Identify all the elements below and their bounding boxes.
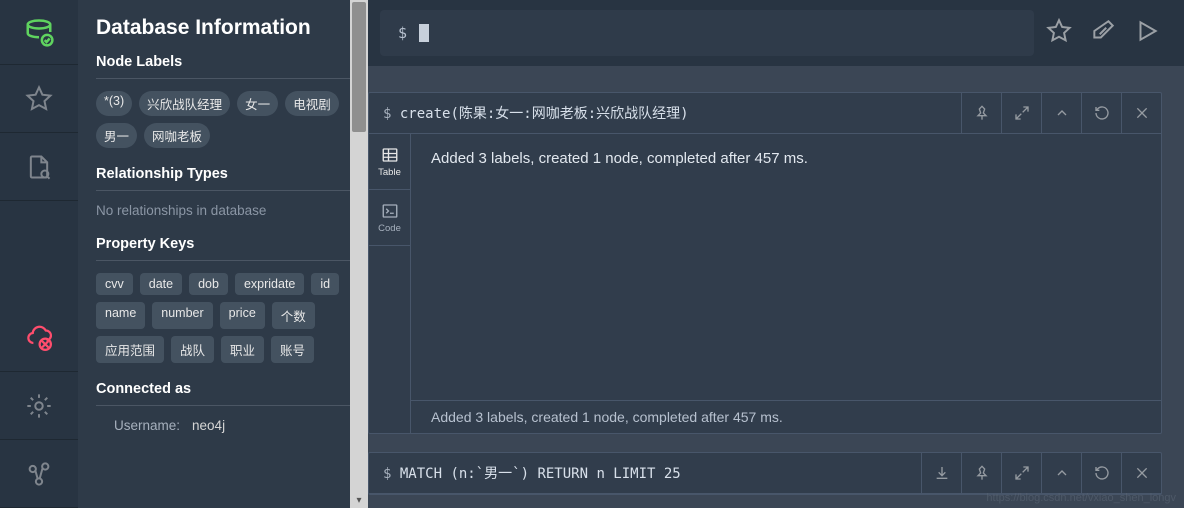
result-query-text: $ MATCH (n:`男一`) RETURN n LIMIT 25 <box>369 453 921 493</box>
prop-chip[interactable]: 个数 <box>272 302 315 329</box>
download-icon[interactable] <box>921 453 961 493</box>
result-footer: Added 3 labels, created 1 node, complete… <box>411 400 1161 433</box>
rerun-icon[interactable] <box>1081 93 1121 133</box>
expand-icon[interactable] <box>1001 453 1041 493</box>
prop-chip[interactable]: expridate <box>235 273 304 295</box>
erase-icon[interactable] <box>1090 18 1116 49</box>
result-query-text: $ create(陈果:女一:网咖老板:兴欣战队经理) <box>369 93 961 133</box>
nav-about[interactable] <box>0 440 78 508</box>
rerun-icon[interactable] <box>1081 453 1121 493</box>
pin-icon[interactable] <box>961 93 1001 133</box>
result-card: $ MATCH (n:`男一`) RETURN n LIMIT 25 <box>368 452 1162 495</box>
username-value: neo4j <box>192 418 225 433</box>
query-input[interactable] <box>441 25 1016 41</box>
scroll-down-arrow[interactable]: ▾ <box>350 492 368 508</box>
prop-chip[interactable]: name <box>96 302 145 329</box>
connected-as-heading: Connected as <box>96 381 350 397</box>
view-tab-table[interactable]: Table <box>369 134 410 190</box>
prop-chip[interactable]: 职业 <box>221 336 264 363</box>
property-keys-heading: Property Keys <box>96 236 350 252</box>
sidebar-title: Database Information <box>96 16 350 40</box>
prop-chip[interactable]: number <box>152 302 212 329</box>
rel-empty-message: No relationships in database <box>96 203 350 218</box>
prop-chip[interactable]: dob <box>189 273 228 295</box>
view-tab-code[interactable]: Code <box>369 190 410 246</box>
username-label: Username: <box>114 418 180 433</box>
editor-bar: $ <box>368 0 1184 66</box>
expand-icon[interactable] <box>1001 93 1041 133</box>
label-chip[interactable]: 电视剧 <box>285 91 339 116</box>
label-chip[interactable]: 网咖老板 <box>144 123 210 148</box>
close-icon[interactable] <box>1121 453 1161 493</box>
query-editor[interactable]: $ <box>380 10 1034 56</box>
result-card: $ create(陈果:女一:网咖老板:兴欣战队经理) Table <box>368 92 1162 434</box>
prop-chip[interactable]: 账号 <box>271 336 314 363</box>
play-icon[interactable] <box>1134 18 1160 49</box>
prop-chip[interactable]: id <box>311 273 339 295</box>
result-message: Added 3 labels, created 1 node, complete… <box>411 134 1161 400</box>
node-labels-heading: Node Labels <box>96 54 350 70</box>
collapse-up-icon[interactable] <box>1041 93 1081 133</box>
pin-icon[interactable] <box>961 453 1001 493</box>
label-chip[interactable]: *(3) <box>96 91 132 116</box>
sidebar-scrollbar[interactable]: ▴ ▾ <box>350 0 368 508</box>
neo4j-logo[interactable] <box>0 0 78 65</box>
property-keys-list: cvv date dob expridate id name number pr… <box>96 273 350 363</box>
scrollbar-thumb[interactable] <box>352 2 366 132</box>
favorite-icon[interactable] <box>1046 18 1072 49</box>
close-icon[interactable] <box>1121 93 1161 133</box>
prop-chip[interactable]: 应用范围 <box>96 336 164 363</box>
prop-chip[interactable]: cvv <box>96 273 133 295</box>
prop-chip[interactable]: date <box>140 273 182 295</box>
sidebar: Database Information Node Labels *(3) 兴欣… <box>78 0 368 508</box>
label-chip[interactable]: 男一 <box>96 123 137 148</box>
nav-favorites[interactable] <box>0 65 78 133</box>
prompt-symbol: $ <box>398 24 407 42</box>
prop-chip[interactable]: price <box>220 302 265 329</box>
nav-documents[interactable] <box>0 133 78 201</box>
label-chip[interactable]: 兴欣战队经理 <box>139 91 230 116</box>
watermark-text: https://blog.csdn.net/vxiao_shen_longv <box>986 492 1176 504</box>
nav-cloud-sync[interactable] <box>0 304 78 372</box>
cursor-icon <box>419 24 429 42</box>
prop-chip[interactable]: 战队 <box>171 336 214 363</box>
collapse-up-icon[interactable] <box>1041 453 1081 493</box>
node-labels-list: *(3) 兴欣战队经理 女一 电视剧 男一 网咖老板 <box>96 91 350 148</box>
label-chip[interactable]: 女一 <box>237 91 278 116</box>
nav-settings[interactable] <box>0 372 78 440</box>
rel-types-heading: Relationship Types <box>96 166 350 182</box>
